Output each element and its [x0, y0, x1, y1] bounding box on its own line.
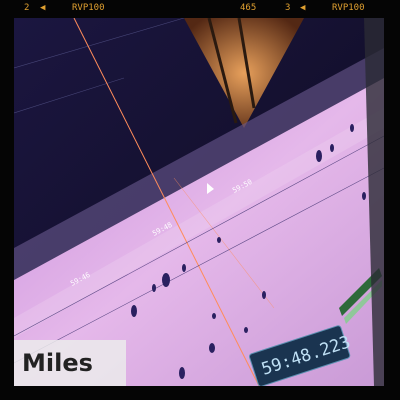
frame-number-b: 3 [285, 3, 291, 13]
film-strip-right [384, 0, 400, 400]
frame-number-a: 2 [24, 3, 30, 13]
film-strip-top: 2 ◀ RVP100 465 3 ◀ RVP100 [0, 0, 400, 18]
arrow-icon-b: ◀ [300, 3, 306, 13]
arrow-icon-a: ◀ [40, 3, 46, 13]
film-strip-bottom [0, 386, 400, 400]
film-label-a: RVP100 [72, 3, 105, 13]
film-label-b: RVP100 [332, 3, 365, 13]
film-strip-left [0, 0, 14, 400]
photo-frame: 59:46 59:48 59:50 59:48.223 [14, 18, 384, 386]
editor-screen: 59:46 59:48 59:50 59:48.223 [14, 18, 384, 386]
frame-counter: 465 [240, 3, 257, 13]
caption-text: Miles [22, 349, 93, 377]
caption-box: Miles [14, 340, 126, 386]
